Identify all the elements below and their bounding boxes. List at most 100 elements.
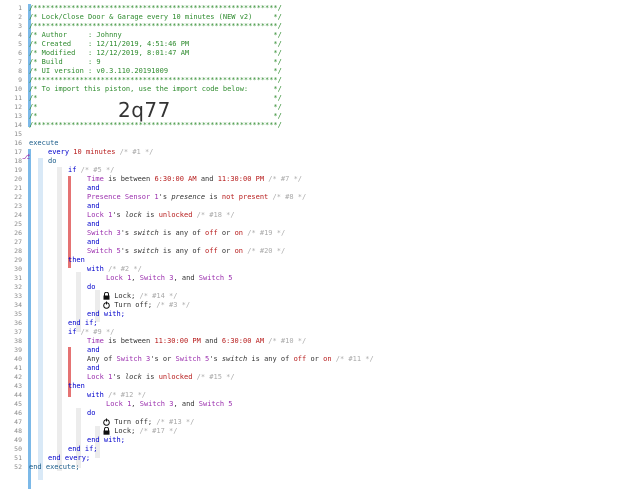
line-number: 5 <box>18 40 22 48</box>
line-number: 34 <box>14 301 22 309</box>
code-token: unlocked <box>158 211 193 219</box>
code-token: , <box>173 274 178 282</box>
code-token: Lock 1 <box>106 274 132 282</box>
code-token: and <box>87 184 100 192</box>
code-line[interactable]: 48 Lock; /* #17 */ <box>0 427 644 436</box>
code-line[interactable]: 42 Lock 1's lock is unlocked /* #15 */ <box>0 373 644 382</box>
code-line[interactable]: 13 /* */ <box>0 112 644 121</box>
code-line[interactable]: 46 do <box>0 409 644 418</box>
code-line[interactable]: 31 Lock 1, Switch 3, and Switch 5 <box>0 274 644 283</box>
code-line[interactable]: 22 Presence Sensor 1's presence is not pr… <box>0 193 644 202</box>
line-number: 37 <box>14 328 22 336</box>
code-token: Lock 1 <box>87 211 113 219</box>
code-token: /* #3 */ <box>156 301 191 309</box>
code-line[interactable]: 49 end with; <box>0 436 644 445</box>
code-line[interactable]: 9 /**************************************… <box>0 76 644 85</box>
code-text: Lock; /* #14 */ <box>103 292 177 301</box>
code-token: off <box>293 355 307 363</box>
code-line[interactable]: 43 then <box>0 382 644 391</box>
code-line[interactable]: 28 Switch 5's switch is any of off or on … <box>0 247 644 256</box>
code-token: 11:30:00 PM <box>217 175 265 183</box>
code-line[interactable]: 1 /**************************************… <box>0 4 644 13</box>
code-line[interactable]: 20 Time is between 6:30:00 AM and 11:30:0… <box>0 175 644 184</box>
code-text: Lock 1, Switch 3, and Switch 5 <box>106 400 232 409</box>
code-text: with /* #2 */ <box>87 265 142 274</box>
code-line[interactable]: 2 /* Lock/Close Door & Garage every 10 mi… <box>0 13 644 22</box>
code-text: Any of Switch 3's or Switch 5's switch i… <box>87 355 374 364</box>
code-line[interactable]: 21 and <box>0 184 644 193</box>
code-line[interactable]: 6 /* Modified : 12/12/2019, 8:01:47 AM */ <box>0 49 644 58</box>
code-line[interactable]: 27 and <box>0 238 644 247</box>
code-line[interactable]: 29 then <box>0 256 644 265</box>
code-line[interactable]: 50 end if; <box>0 445 644 454</box>
code-line[interactable]: 45 Lock 1, Switch 3, and Switch 5 <box>0 400 644 409</box>
code-token: 's <box>158 193 168 201</box>
code-line[interactable]: 51 end every; <box>0 454 644 463</box>
line-number: 26 <box>14 229 22 237</box>
code-token: is any of <box>251 355 290 363</box>
code-line[interactable]: 40 Any of Switch 3's or Switch 5's switch… <box>0 355 644 364</box>
code-line[interactable]: 16 execute <box>0 139 644 148</box>
code-line[interactable]: 7 /* Build : 9 */ <box>0 58 644 67</box>
power-off-icon <box>103 418 110 426</box>
code-line[interactable]: 8 /* UI version : v0.3.110.20191009 */ <box>0 67 644 76</box>
code-token: is <box>146 211 155 219</box>
code-line[interactable]: 4 /* Author : Johnny */ <box>0 31 644 40</box>
code-token: then <box>68 382 85 390</box>
code-token: /* Created : 12/11/2019, 4:51:46 PM */ <box>29 40 282 48</box>
line-number: 46 <box>14 409 22 417</box>
code-token: 's or <box>150 355 172 363</box>
code-token: /* UI version : v0.3.110.20191009 */ <box>29 67 282 75</box>
code-token: off <box>205 247 218 255</box>
code-line[interactable]: 52 end execute; <box>0 463 644 472</box>
code-line[interactable]: 24 Lock 1's lock is unlocked /* #18 */ <box>0 211 644 220</box>
code-token: /* #5 */ <box>80 166 115 174</box>
line-number: 39 <box>14 346 22 354</box>
code-token: do <box>87 283 96 291</box>
code-line[interactable]: 17 every 10 minutes /* #1 */ <box>0 148 644 157</box>
line-number: 48 <box>14 427 22 435</box>
code-line[interactable]: 26 Switch 3's switch is any of off or on … <box>0 229 644 238</box>
code-line[interactable]: 5 /* Created : 12/11/2019, 4:51:46 PM */ <box>0 40 644 49</box>
code-line[interactable]: 41 and <box>0 364 644 373</box>
code-line[interactable]: 33 Lock; /* #14 */ <box>0 292 644 301</box>
code-token: Any of <box>87 355 113 363</box>
code-text: /***************************************… <box>29 22 282 31</box>
code-line[interactable]: 15 <box>0 130 644 139</box>
code-token: , <box>173 400 178 408</box>
code-token: /* #20 */ <box>247 247 286 255</box>
code-line[interactable]: 12 /* */ <box>0 103 644 112</box>
code-line[interactable]: 10 /* To import this piston, use the impo… <box>0 85 644 94</box>
code-line[interactable]: 38 Time is between 11:30:00 PM and 6:30:0… <box>0 337 644 346</box>
code-line[interactable]: 30 with /* #2 */ <box>0 265 644 274</box>
code-line[interactable]: 18 do <box>0 157 644 166</box>
line-number: 7 <box>18 58 22 66</box>
code-token: or <box>221 229 231 237</box>
code-line[interactable]: 11 /* */ <box>0 94 644 103</box>
code-line[interactable]: 25 and <box>0 220 644 229</box>
line-number: 35 <box>14 310 22 318</box>
code-token: /* Modified : 12/12/2019, 8:01:47 AM */ <box>29 49 282 57</box>
code-line[interactable]: 34 Turn off; /* #3 */ <box>0 301 644 310</box>
code-line[interactable]: 39 and <box>0 346 644 355</box>
code-text: and <box>87 184 100 193</box>
code-token: execute <box>29 139 59 147</box>
code-line[interactable]: 44 with /* #12 */ <box>0 391 644 400</box>
code-line[interactable]: 19 if /* #5 */ <box>0 166 644 175</box>
code-token: /* #9 */ <box>80 328 115 336</box>
code-token: /* #19 */ <box>247 229 286 237</box>
code-line[interactable]: 14 /*************************************… <box>0 121 644 130</box>
code-line[interactable]: 3 /**************************************… <box>0 22 644 31</box>
code-token: /* #18 */ <box>196 211 235 219</box>
line-number: 29 <box>14 256 22 264</box>
line-number: 13 <box>14 112 22 120</box>
code-line[interactable]: 37 if /* #9 */ <box>0 328 644 337</box>
code-text: then <box>68 256 85 265</box>
code-line[interactable]: 32 do <box>0 283 644 292</box>
line-number: 9 <box>18 76 22 84</box>
code-line[interactable]: 36 end if; <box>0 319 644 328</box>
code-line[interactable]: 23 and <box>0 202 644 211</box>
code-line[interactable]: 35 end with; <box>0 310 644 319</box>
line-number: 45 <box>14 400 22 408</box>
code-line[interactable]: 47 Turn off; /* #13 */ <box>0 418 644 427</box>
